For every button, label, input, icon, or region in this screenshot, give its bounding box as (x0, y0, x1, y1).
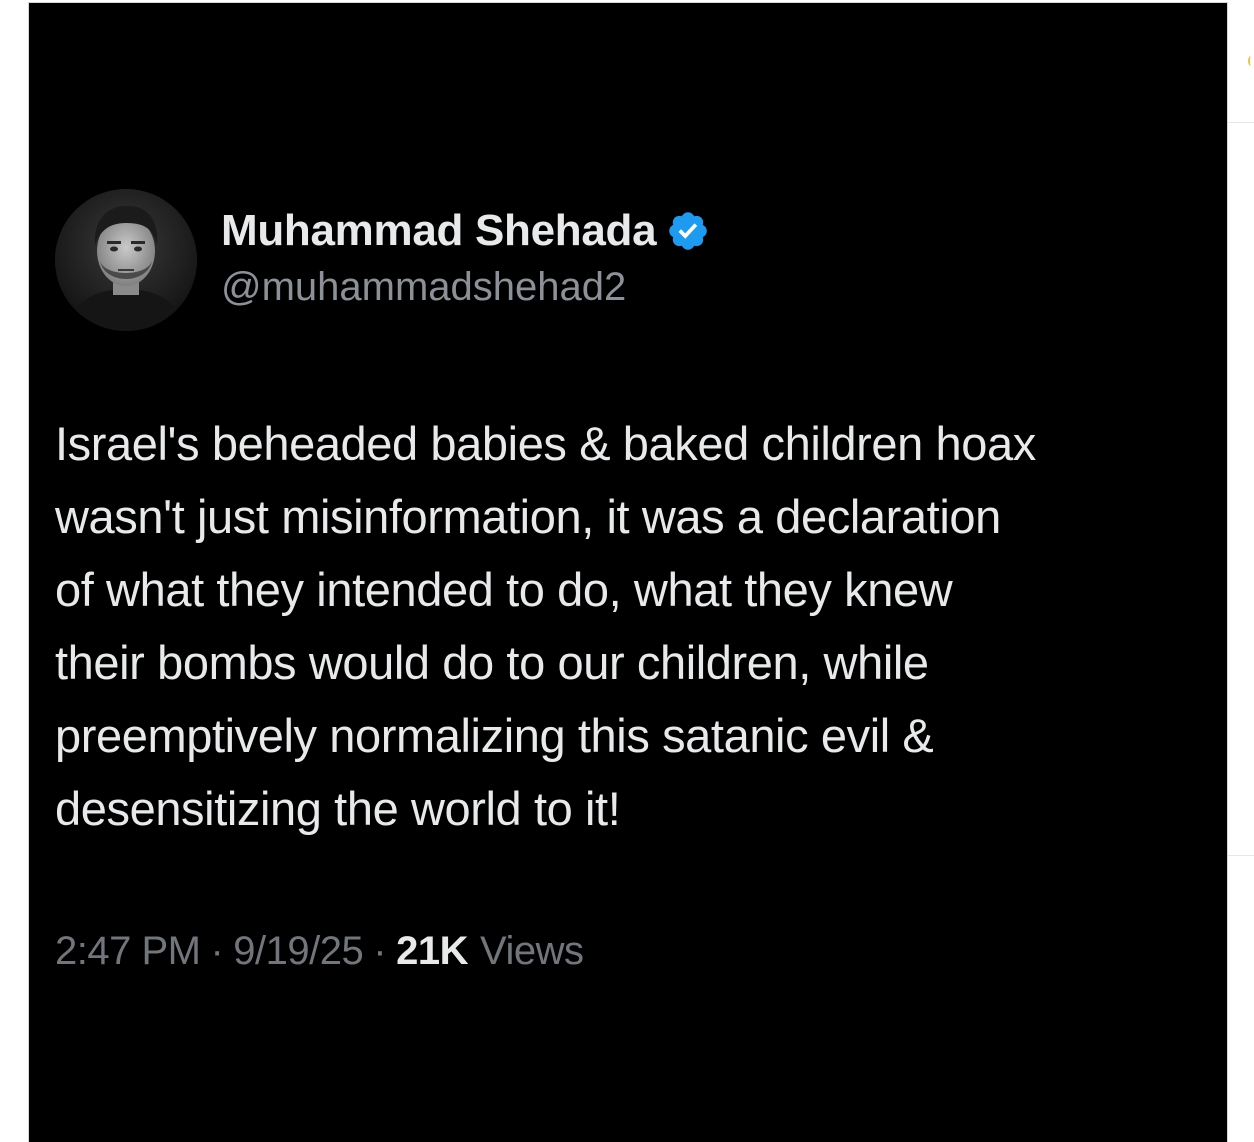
tweet-time[interactable]: 2:47 PM (55, 929, 201, 974)
tweet-text-line: preemptively normalizing this satanic ev… (55, 709, 934, 762)
author-display-name[interactable]: Muhammad Shehada (221, 206, 657, 256)
tweet-text-line: Israel's beheaded babies & baked childre… (55, 417, 1036, 470)
tweet-body: Israel's beheaded babies & baked childre… (55, 407, 1215, 845)
right-divider-top (1228, 122, 1254, 123)
tweet-text-line: wasn't just misinformation, it was a dec… (55, 490, 1001, 543)
meta-separator: · (210, 928, 224, 973)
verified-check-icon (669, 212, 708, 250)
views-count[interactable]: 21K (396, 929, 468, 974)
avatar[interactable] (55, 189, 197, 331)
right-divider-bottom (1228, 855, 1254, 856)
screenshot-page: Muhammad Shehada @muhammadshehad2 Israel… (0, 0, 1254, 1142)
tweet-text-line: their bombs would do to our children, wh… (55, 636, 929, 689)
profile-photo-icon (55, 189, 197, 331)
author-handle[interactable]: @muhammadshehad2 (221, 265, 626, 310)
tweet-text-line: desensitizing the world to it! (55, 782, 621, 835)
author-name-row: Muhammad Shehada (221, 203, 710, 259)
tweet-meta: 2:47 PM · 9/19/25 · 21K Views (55, 923, 584, 979)
edge-mark (1248, 56, 1254, 66)
tweet-card: Muhammad Shehada @muhammadshehad2 Israel… (28, 2, 1228, 1142)
views-label: Views (479, 928, 584, 973)
tweet-text-line: of what they intended to do, what they k… (55, 563, 953, 616)
meta-separator: · (373, 928, 387, 973)
tweet-date[interactable]: 9/19/25 (233, 929, 363, 974)
